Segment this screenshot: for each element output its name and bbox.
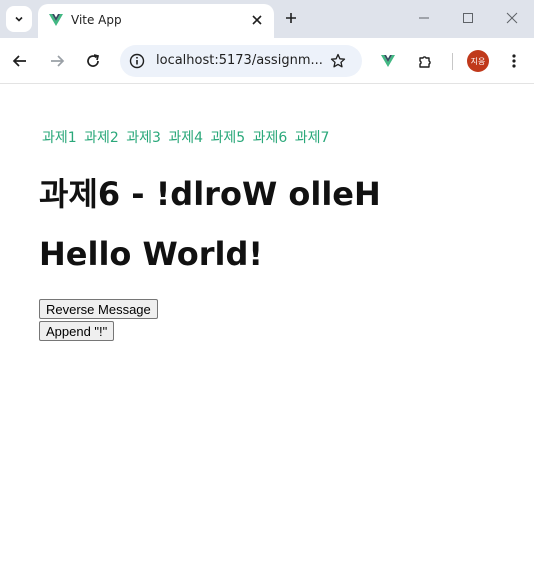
reverse-message-button[interactable]: Reverse Message (39, 299, 158, 319)
nav-link-assignment-5[interactable]: 과제5 (211, 130, 246, 146)
tab-strip: Vite App (0, 0, 534, 38)
assignment-nav: 과제1 과제2 과제3 과제4 과제5 과제6 과제7 (42, 127, 332, 147)
star-icon[interactable] (328, 51, 348, 71)
nav-link-assignment-7[interactable]: 과제7 (295, 130, 330, 146)
maximize-icon[interactable] (448, 4, 488, 32)
reload-icon[interactable] (81, 49, 105, 73)
site-info-icon[interactable] (128, 52, 146, 70)
nav-link-assignment-6[interactable]: 과제6 (253, 130, 288, 146)
menu-kebab-icon[interactable] (502, 49, 526, 73)
append-exclamation-button[interactable]: Append "!" (39, 321, 115, 341)
message-heading: Hello World! (39, 235, 263, 273)
active-tab[interactable]: Vite App (38, 4, 274, 38)
plus-icon[interactable] (280, 7, 302, 29)
address-bar[interactable]: localhost:5173/assignm... (120, 45, 362, 77)
vue-logo-icon (49, 14, 63, 26)
page-content: 과제1 과제2 과제3 과제4 과제5 과제6 과제7 과제6 - !dlroW… (0, 85, 534, 582)
tab-search-icon[interactable] (6, 6, 32, 32)
avatar[interactable]: 지응 (467, 50, 489, 72)
nav-link-assignment-3[interactable]: 과제3 (126, 130, 161, 146)
vue-devtools-icon[interactable] (376, 49, 400, 73)
back-arrow-icon[interactable] (8, 49, 32, 73)
forward-arrow-icon[interactable] (45, 49, 69, 73)
nav-link-assignment-4[interactable]: 과제4 (168, 130, 203, 146)
url-text[interactable]: localhost:5173/assignm... (156, 53, 323, 68)
close-icon[interactable] (248, 11, 266, 29)
tab-title: Vite App (71, 13, 122, 27)
extensions-icon[interactable] (413, 49, 437, 73)
browser-toolbar: localhost:5173/assignm... 지응 (0, 38, 534, 84)
window-close-icon[interactable] (492, 4, 532, 32)
toolbar-divider (452, 53, 453, 70)
nav-link-assignment-2[interactable]: 과제2 (84, 130, 119, 146)
minimize-icon[interactable] (404, 4, 444, 32)
nav-link-assignment-1[interactable]: 과제1 (42, 130, 77, 146)
reversed-message-heading: 과제6 - !dlroW olleH (39, 175, 381, 213)
